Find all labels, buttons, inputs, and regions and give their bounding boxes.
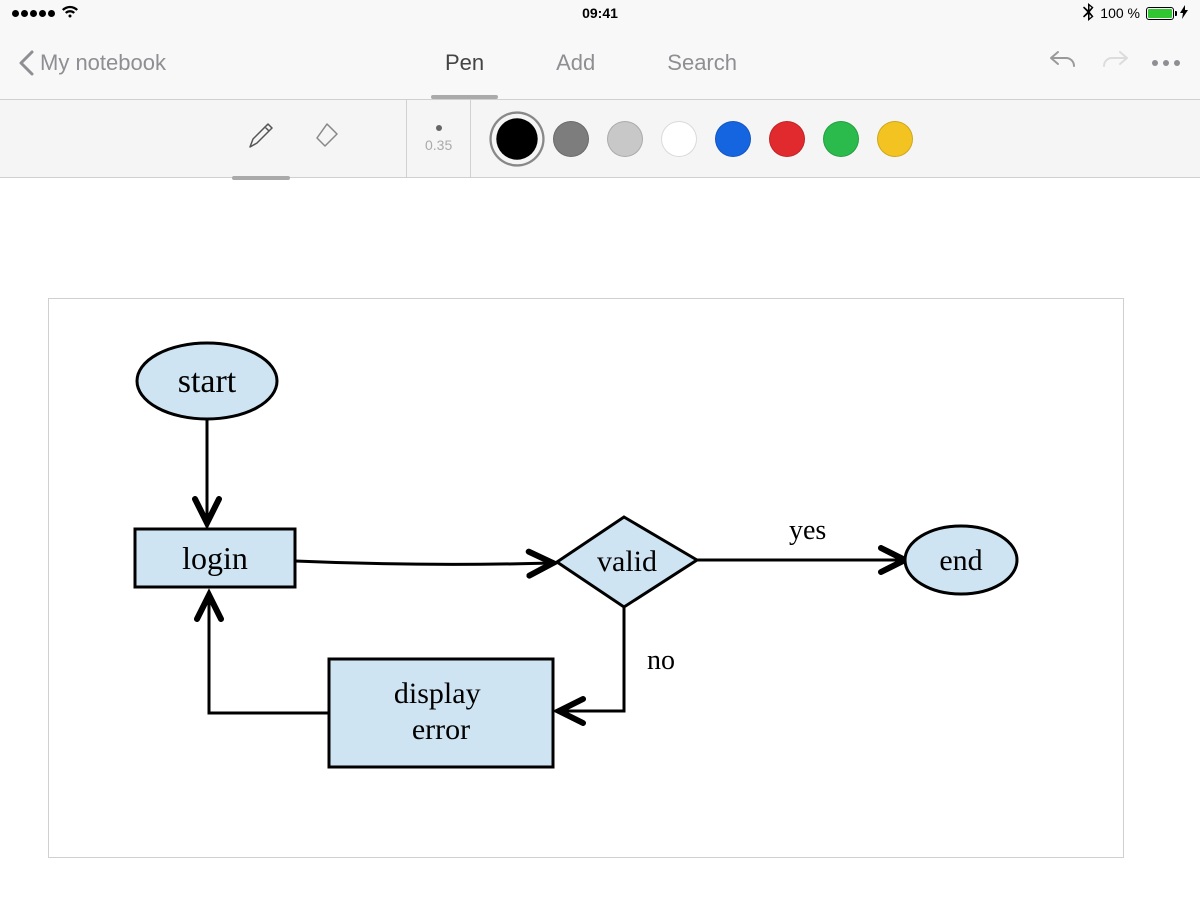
more-button[interactable] — [1152, 60, 1180, 66]
signal-icon — [12, 10, 55, 17]
redo-button[interactable] — [1100, 48, 1130, 77]
status-time: 09:41 — [404, 5, 796, 21]
color-yellow[interactable] — [877, 121, 913, 157]
edge-yes-label: yes — [789, 515, 826, 546]
pen-toolbar: 0.35 — [0, 100, 1200, 178]
size-dot-icon — [436, 125, 442, 131]
bluetooth-icon — [1083, 3, 1094, 24]
color-black[interactable] — [497, 118, 538, 159]
color-silver[interactable] — [607, 121, 643, 157]
battery-label: 100 % — [1100, 5, 1140, 21]
edge-login-valid — [295, 561, 553, 564]
pen-size-selector[interactable]: 0.35 — [406, 100, 471, 178]
back-label: My notebook — [40, 50, 166, 76]
header-tabs: Pen Add Search — [154, 28, 1028, 98]
eraser-icon — [312, 121, 342, 151]
node-login-label: login — [182, 540, 248, 576]
edge-error-login — [209, 595, 329, 713]
charging-icon — [1180, 5, 1188, 22]
flowchart-diagram: start login valid yes end no display — [49, 299, 1125, 859]
wifi-icon — [61, 5, 79, 22]
header: My notebook Pen Add Search — [0, 26, 1200, 100]
color-red[interactable] — [769, 121, 805, 157]
node-start-label: start — [178, 363, 237, 400]
eraser-tool[interactable] — [308, 107, 346, 170]
color-gray[interactable] — [553, 121, 589, 157]
edge-no-label: no — [647, 645, 675, 676]
color-blue[interactable] — [715, 121, 751, 157]
color-white[interactable] — [661, 121, 697, 157]
undo-button[interactable] — [1048, 48, 1078, 77]
chevron-left-icon — [18, 50, 34, 76]
status-bar: 09:41 100 % — [0, 0, 1200, 26]
tab-pen[interactable]: Pen — [437, 28, 492, 98]
tab-add[interactable]: Add — [548, 28, 603, 98]
tab-search[interactable]: Search — [659, 28, 745, 98]
battery-icon — [1146, 7, 1174, 20]
edge-valid-error — [559, 607, 624, 711]
node-valid-label: valid — [597, 545, 657, 578]
pen-size-label: 0.35 — [425, 137, 452, 153]
node-end-label: end — [939, 544, 982, 577]
drawing-canvas[interactable]: start login valid yes end no display — [48, 298, 1124, 858]
color-green[interactable] — [823, 121, 859, 157]
color-palette — [481, 121, 931, 157]
pencil-icon — [246, 121, 276, 151]
pencil-tool[interactable] — [242, 107, 280, 170]
